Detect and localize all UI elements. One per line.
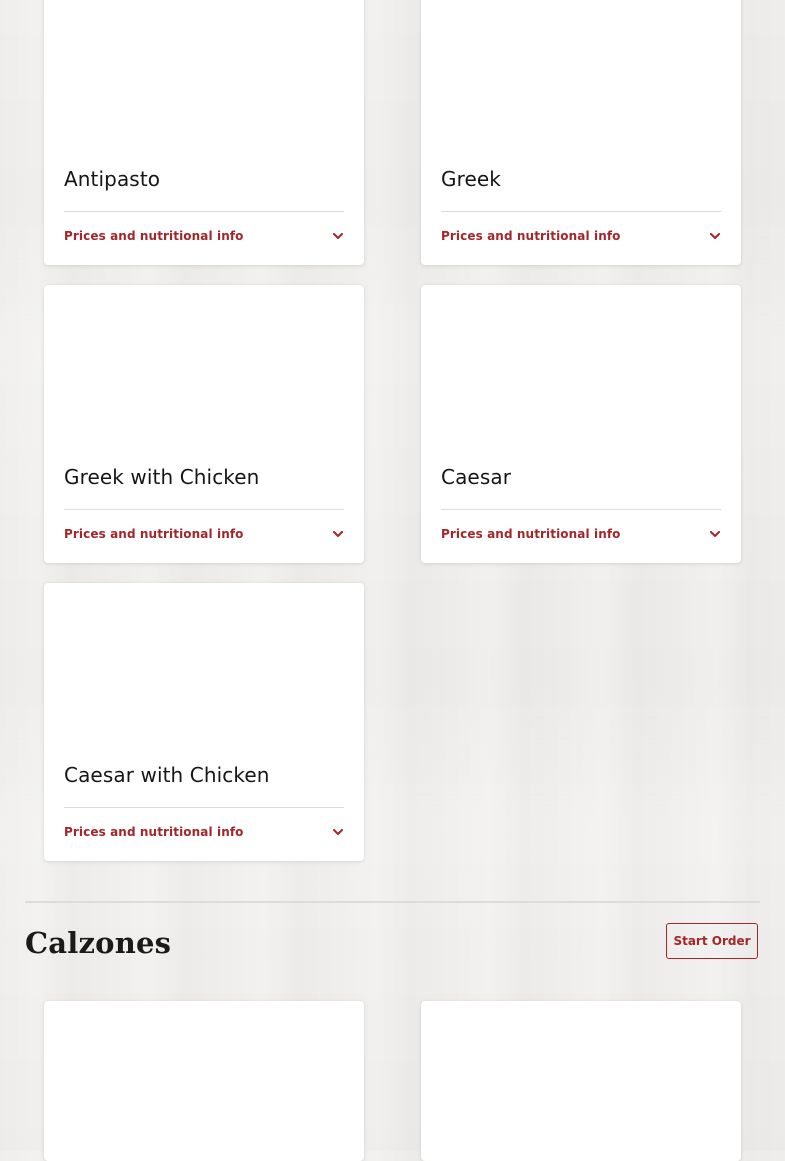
toggle-label: Prices and nutritional info xyxy=(64,825,244,839)
section-divider xyxy=(25,901,760,903)
menu-item-title: Caesar with Chicken xyxy=(64,763,270,787)
toggle-label: Prices and nutritional info xyxy=(64,229,244,243)
card-divider xyxy=(64,211,344,212)
menu-item-title: Greek xyxy=(441,167,501,191)
menu-item-card-calzone xyxy=(44,1001,364,1161)
menu-item-card-caesar-with-chicken: Caesar with Chicken Prices and nutrition… xyxy=(44,583,364,861)
menu-item-title: Antipasto xyxy=(64,167,161,191)
chevron-down-icon xyxy=(709,529,721,539)
chevron-down-icon xyxy=(709,231,721,241)
prices-nutrition-toggle[interactable]: Prices and nutritional info xyxy=(64,226,344,246)
menu-item-card-caesar: Caesar Prices and nutritional info xyxy=(421,285,741,563)
menu-item-title: Caesar xyxy=(441,465,512,489)
start-order-button[interactable]: Start Order xyxy=(666,923,758,959)
menu-item-image[interactable] xyxy=(421,285,741,445)
menu-item-image[interactable] xyxy=(44,285,364,445)
prices-nutrition-toggle[interactable]: Prices and nutritional info xyxy=(64,822,344,842)
menu-item-card-calzone xyxy=(421,1001,741,1161)
chevron-down-icon xyxy=(332,231,344,241)
prices-nutrition-toggle[interactable]: Prices and nutritional info xyxy=(64,524,344,544)
toggle-label: Prices and nutritional info xyxy=(441,229,621,243)
card-divider xyxy=(64,807,344,808)
prices-nutrition-toggle[interactable]: Prices and nutritional info xyxy=(441,226,721,246)
card-divider xyxy=(64,509,344,510)
section-title-calzones: Calzones xyxy=(25,926,172,960)
menu-item-title: Greek with Chicken xyxy=(64,465,260,489)
card-divider xyxy=(441,509,721,510)
toggle-label: Prices and nutritional info xyxy=(64,527,244,541)
menu-item-card-greek-with-chicken: Greek with Chicken Prices and nutritiona… xyxy=(44,285,364,563)
menu-item-card-antipasto: Antipasto Prices and nutritional info xyxy=(44,0,364,265)
prices-nutrition-toggle[interactable]: Prices and nutritional info xyxy=(441,524,721,544)
menu-item-card-greek: Greek Prices and nutritional info xyxy=(421,0,741,265)
chevron-down-icon xyxy=(332,827,344,837)
menu-item-image[interactable] xyxy=(421,0,741,150)
card-divider xyxy=(441,211,721,212)
menu-item-image[interactable] xyxy=(44,583,364,743)
menu-item-image[interactable] xyxy=(44,0,364,150)
toggle-label: Prices and nutritional info xyxy=(441,527,621,541)
chevron-down-icon xyxy=(332,529,344,539)
menu-item-image[interactable] xyxy=(44,1001,364,1151)
menu-item-image[interactable] xyxy=(421,1001,741,1151)
